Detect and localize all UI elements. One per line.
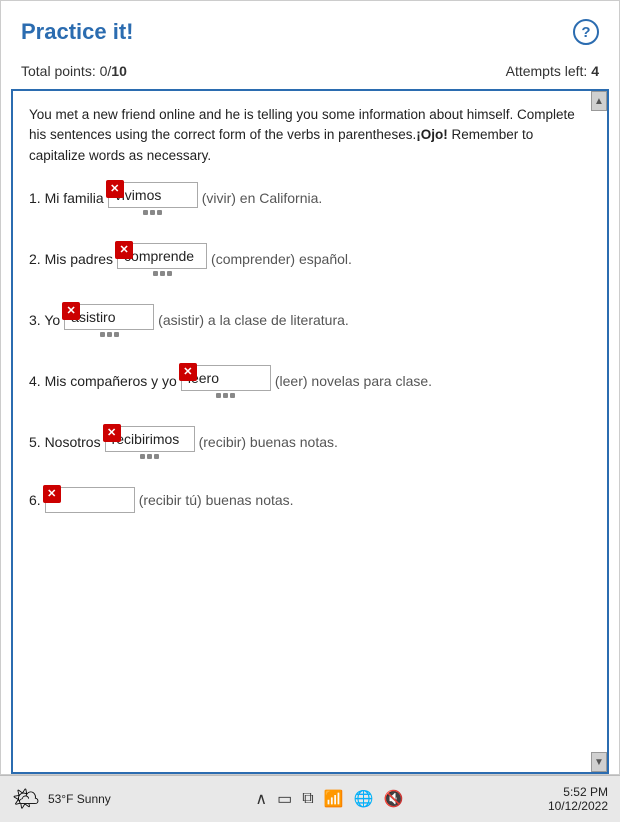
dot (114, 332, 119, 337)
dot (230, 393, 235, 398)
dot (100, 332, 105, 337)
error-badge-4: ✕ (179, 363, 197, 381)
wifi-icon[interactable]: 📶 (324, 789, 344, 809)
question-row-5: 5. Nosotros ✕ (recibir) buenas notas. (29, 426, 591, 459)
network-icon[interactable]: 🌐 (354, 789, 374, 809)
weather-text: 53°F Sunny (48, 792, 111, 806)
weather-icon: 🌤 (12, 786, 40, 812)
error-badge-5: ✕ (103, 424, 121, 442)
answer-box-4: ✕ (181, 365, 271, 398)
verb-hint-1: (vivir) en California. (202, 190, 323, 206)
question-row-6: 6. ✕ (recibir tú) buenas notas. (29, 487, 591, 513)
app-window: Practice it! ? Total points: 0/10 Attemp… (0, 0, 620, 775)
dot (147, 454, 152, 459)
dot (107, 332, 112, 337)
error-badge-2: ✕ (115, 241, 133, 259)
error-badge-1: ✕ (106, 180, 124, 198)
answer-box-6: ✕ (45, 487, 135, 513)
verb-hint-4: (leer) novelas para clase. (275, 373, 432, 389)
dot (153, 271, 158, 276)
dots-row-5 (140, 454, 159, 459)
error-badge-3: ✕ (62, 302, 80, 320)
page-title: Practice it! (21, 19, 134, 45)
scroll-content[interactable]: You met a new friend online and he is te… (13, 91, 607, 772)
scroll-up-button[interactable]: ▲ (591, 91, 607, 111)
dots-row-2 (153, 271, 172, 276)
dot (216, 393, 221, 398)
answer-box-5: ✕ (105, 426, 195, 459)
window-icon[interactable]: ▭ (277, 789, 292, 809)
title-bar: Practice it! ? (1, 1, 619, 57)
verb-hint-3: (asistir) a la clase de literatura. (158, 312, 349, 328)
volume-icon[interactable]: 🔇 (383, 789, 403, 809)
taskbar-time: 5:52 PM (563, 785, 608, 799)
help-icon[interactable]: ? (573, 19, 599, 45)
answer-box-1: ✕ (108, 182, 198, 215)
question-block-6: 6. ✕ (recibir tú) buenas notas. (29, 487, 591, 513)
taskbar-left: 🌤 53°F Sunny (12, 786, 111, 812)
question-number-6: 6. (29, 492, 41, 508)
verb-hint-5: (recibir) buenas notas. (199, 434, 338, 450)
dot (167, 271, 172, 276)
verb-hint-2: (comprender) español. (211, 251, 352, 267)
verb-hint-6: (recibir tú) buenas notas. (139, 492, 294, 508)
question-number-4: 4. Mis compañeros y yo (29, 373, 177, 389)
question-row-1: 1. Mi familia ✕ (vivir) en California. (29, 182, 591, 215)
dot (143, 210, 148, 215)
question-block-5: 5. Nosotros ✕ (recibir) buenas notas. (29, 426, 591, 459)
question-block-4: 4. Mis compañeros y yo ✕ (leer) novelas … (29, 365, 591, 398)
question-row-3: 3. Yo ✕ (asistir) a la clase de literatu… (29, 304, 591, 337)
dot (154, 454, 159, 459)
question-number-3: 3. Yo (29, 312, 60, 328)
dot (223, 393, 228, 398)
scroll-down-button[interactable]: ▼ (591, 752, 607, 772)
question-block-3: 3. Yo ✕ (asistir) a la clase de literatu… (29, 304, 591, 337)
dot (140, 454, 145, 459)
dots-row-3 (100, 332, 119, 337)
answer-box-3: ✕ (64, 304, 154, 337)
error-badge-6: ✕ (43, 485, 61, 503)
dots-row-4 (216, 393, 235, 398)
question-row-2: 2. Mis padres ✕ (comprender) español. (29, 243, 591, 276)
taskbar-right: 5:52 PM 10/12/2022 (548, 785, 608, 813)
taskbar: 🌤 53°F Sunny ∧ ▭ ⧉ 📶 🌐 🔇 5:52 PM 10/12/2… (0, 775, 620, 822)
instruction-text: You met a new friend online and he is te… (29, 105, 591, 166)
question-row-4: 4. Mis compañeros y yo ✕ (leer) novelas … (29, 365, 591, 398)
total-points-label: Total points: 0/10 (21, 63, 127, 79)
copy-icon[interactable]: ⧉ (302, 790, 313, 808)
stats-bar: Total points: 0/10 Attempts left: 4 (1, 57, 619, 89)
dot (150, 210, 155, 215)
question-number-5: 5. Nosotros (29, 434, 101, 450)
attempts-left-label: Attempts left: 4 (506, 63, 599, 79)
question-number-1: 1. Mi familia (29, 190, 104, 206)
question-block-2: 2. Mis padres ✕ (comprender) español. (29, 243, 591, 276)
dot (157, 210, 162, 215)
taskbar-center: ∧ ▭ ⧉ 📶 🌐 🔇 (255, 789, 403, 809)
answer-box-2: ✕ (117, 243, 207, 276)
taskbar-date: 10/12/2022 (548, 799, 608, 813)
content-area: You met a new friend online and he is te… (11, 89, 609, 774)
dots-row-1 (143, 210, 162, 215)
question-block-1: 1. Mi familia ✕ (vivir) en California. (29, 182, 591, 215)
chevron-up-icon[interactable]: ∧ (255, 789, 267, 809)
dot (160, 271, 165, 276)
question-number-2: 2. Mis padres (29, 251, 113, 267)
